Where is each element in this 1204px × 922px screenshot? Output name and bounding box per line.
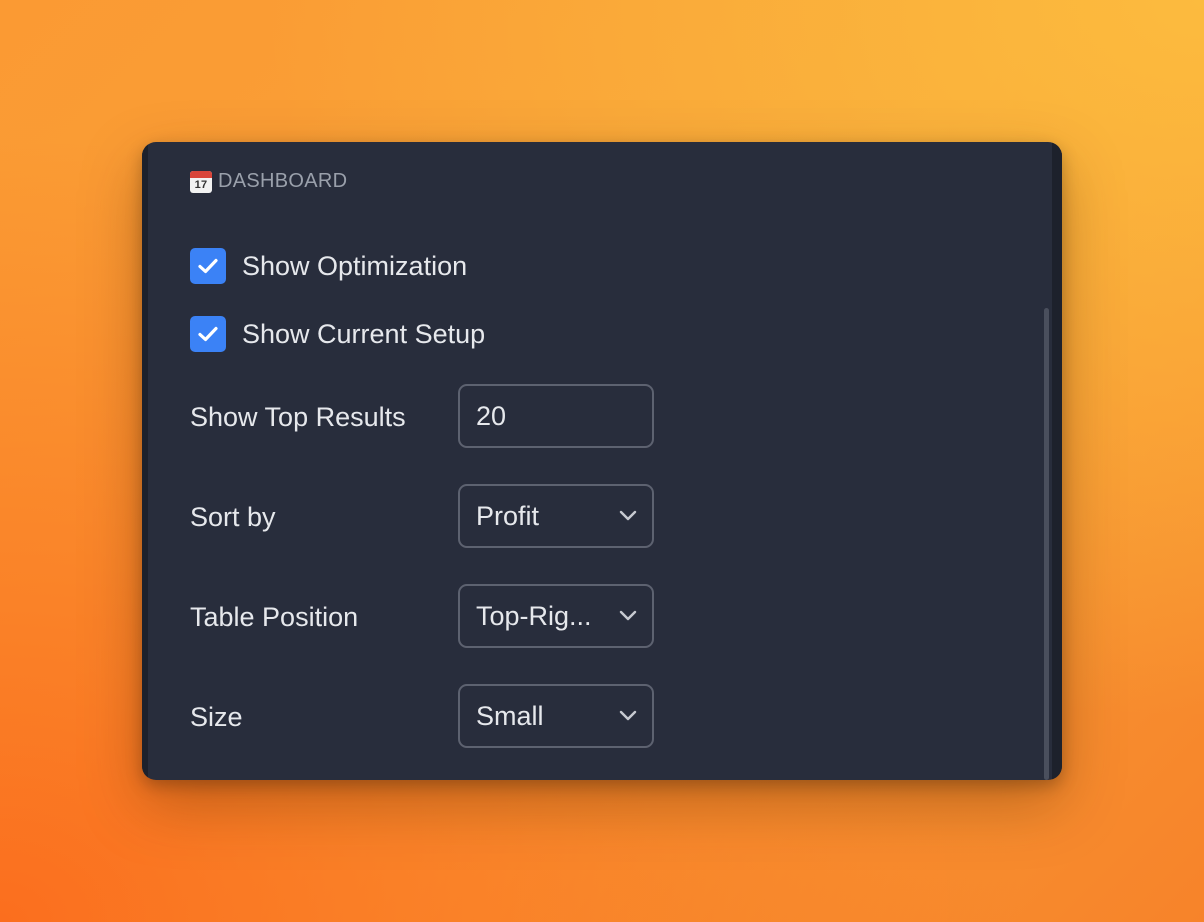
panel-title: DASHBOARD bbox=[218, 170, 348, 192]
calendar-icon-top bbox=[190, 170, 212, 178]
size-value: Small bbox=[476, 700, 544, 731]
table-position-value: Top-Rig... bbox=[476, 600, 592, 631]
panel-right-edge bbox=[1052, 142, 1062, 780]
sort-by-label: Sort by bbox=[190, 502, 276, 532]
settings-panel: 17 DASHBOARD Show Optimization Show Curr… bbox=[142, 142, 1062, 780]
table-position-select[interactable]: Top-Rig... bbox=[458, 584, 654, 648]
show-current-setup-row[interactable]: Show Current Setup bbox=[190, 316, 485, 352]
scrollbar-thumb[interactable] bbox=[1044, 308, 1049, 780]
top-results-label: Show Top Results bbox=[190, 402, 406, 432]
chevron-down-icon bbox=[619, 510, 637, 521]
size-label: Size bbox=[190, 702, 243, 732]
show-current-setup-label: Show Current Setup bbox=[242, 318, 486, 349]
top-results-value: 20 bbox=[476, 400, 507, 431]
checkmark-icon bbox=[198, 258, 218, 274]
panel-left-edge bbox=[142, 142, 148, 780]
calendar-icon: 17 bbox=[190, 170, 212, 193]
chevron-down-icon bbox=[619, 710, 637, 721]
show-optimization-label: Show Optimization bbox=[242, 250, 468, 281]
show-optimization-checkbox[interactable] bbox=[190, 248, 226, 284]
scrollbar[interactable] bbox=[1042, 142, 1052, 780]
top-results-input[interactable]: 20 bbox=[458, 384, 654, 448]
chevron-down-icon bbox=[619, 610, 637, 621]
size-select[interactable]: Small bbox=[458, 684, 654, 748]
table-position-label: Table Position bbox=[190, 602, 359, 632]
checkmark-icon bbox=[198, 326, 218, 342]
panel-header: 17 DASHBOARD bbox=[190, 170, 347, 193]
show-optimization-row[interactable]: Show Optimization bbox=[190, 248, 467, 284]
show-current-setup-checkbox[interactable] bbox=[190, 316, 226, 352]
calendar-icon-day: 17 bbox=[194, 178, 208, 191]
sort-by-value: Profit bbox=[476, 500, 540, 531]
sort-by-select[interactable]: Profit bbox=[458, 484, 654, 548]
